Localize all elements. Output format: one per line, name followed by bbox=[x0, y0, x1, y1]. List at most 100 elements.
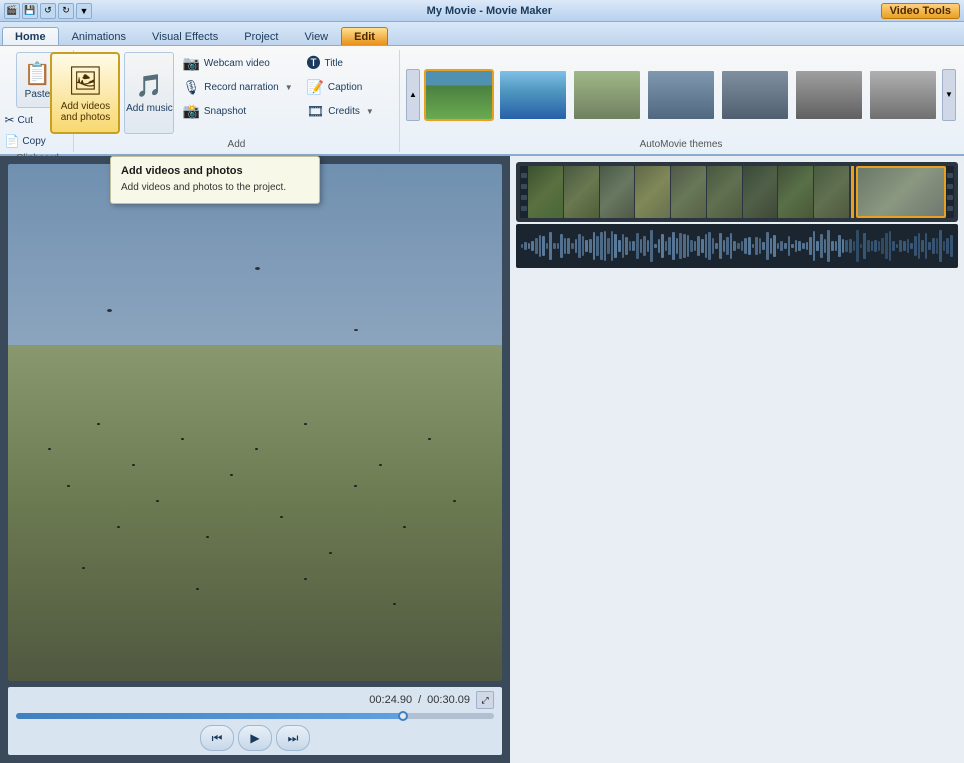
quick-access-undo[interactable]: ↺ bbox=[40, 3, 56, 19]
snapshot-button[interactable]: 📸 Snapshot bbox=[178, 100, 298, 122]
strip-scroll-up[interactable]: ▲ bbox=[406, 69, 420, 121]
add-videos-button[interactable]: 🖼 Add videos and photos bbox=[50, 52, 120, 134]
music-icon: 🎵 bbox=[136, 73, 163, 99]
theme-thumb-7[interactable] bbox=[868, 69, 938, 121]
quick-access-redo[interactable]: ↻ bbox=[58, 3, 74, 19]
tab-project[interactable]: Project bbox=[231, 27, 291, 45]
add-music-label: Add music bbox=[126, 103, 173, 114]
film-frame-9[interactable] bbox=[814, 166, 849, 218]
narration-dropdown-arrow: ▼ bbox=[285, 83, 293, 92]
film-sprocket-left bbox=[520, 166, 528, 218]
rewind-icon: ⏮ bbox=[212, 731, 223, 746]
left-panel: Add videos and photos Add videos and pho… bbox=[0, 156, 510, 763]
narration-label: Record narration bbox=[204, 82, 278, 93]
main-content: Add videos and photos Add videos and pho… bbox=[0, 156, 964, 763]
microphone-icon: 🎙 bbox=[182, 79, 200, 96]
audio-wave-section bbox=[520, 228, 954, 264]
film-frame-8[interactable] bbox=[778, 166, 813, 218]
film-sprocket-right bbox=[946, 166, 954, 218]
play-button[interactable]: ▶ bbox=[238, 725, 272, 751]
add-group: 🖼 Add videos and photos 🎵 Add music 📷 We… bbox=[74, 50, 400, 152]
tooltip-desc: Add videos and photos to the project. bbox=[121, 181, 309, 195]
video-preview bbox=[8, 164, 502, 681]
add-videos-label: Add videos and photos bbox=[56, 101, 114, 123]
rewind-button[interactable]: ⏮ bbox=[200, 725, 234, 751]
caption-icon: 📝 bbox=[306, 79, 323, 96]
webcam-button[interactable]: 📷 Webcam video bbox=[178, 52, 298, 74]
caption-label: Caption bbox=[328, 82, 362, 93]
playback-controls: ⏮ ▶ ⏭ bbox=[16, 725, 494, 751]
film-frames-main bbox=[528, 166, 849, 218]
progress-bar[interactable] bbox=[16, 713, 494, 719]
theme-thumb-2[interactable] bbox=[498, 69, 568, 121]
progress-handle[interactable] bbox=[398, 711, 408, 721]
webcam-icon: 📷 bbox=[182, 55, 199, 72]
paste-label: Paste bbox=[25, 89, 51, 100]
strip-scroll-down[interactable]: ▼ bbox=[942, 69, 956, 121]
ribbon: 📋 Paste ✂ Cut 📄 Copy Clipboard bbox=[0, 46, 964, 156]
theme-thumb-4[interactable] bbox=[646, 69, 716, 121]
theme-thumb-1[interactable] bbox=[424, 69, 494, 121]
audio-wave bbox=[520, 228, 954, 264]
time-display: 00:24.90 / 00:30.09 ⤢ bbox=[16, 691, 494, 709]
timeline-controls: 00:24.90 / 00:30.09 ⤢ ⏮ ▶ ⏭ bbox=[8, 687, 502, 755]
play-icon: ▶ bbox=[250, 731, 259, 745]
quick-access-save[interactable]: 💾 bbox=[22, 3, 38, 19]
expand-button[interactable]: ⤢ bbox=[476, 691, 494, 709]
quick-access-dropdown[interactable]: ▼ bbox=[76, 3, 92, 19]
time-total: 00:30.09 bbox=[427, 694, 470, 706]
tab-home[interactable]: Home bbox=[2, 27, 59, 45]
copy-icon: 📄 bbox=[4, 134, 19, 148]
window-title: My Movie - Movie Maker bbox=[98, 5, 881, 17]
credits-label: Credits bbox=[328, 106, 360, 117]
credits-dropdown-arrow: ▼ bbox=[366, 107, 374, 116]
automovie-section: ▲ bbox=[400, 50, 962, 152]
birds-scene bbox=[8, 164, 502, 681]
progress-fill bbox=[16, 713, 403, 719]
filmstrip-divider bbox=[851, 166, 854, 218]
filmstrip-selected-segment[interactable] bbox=[856, 166, 946, 218]
add-group-label: Add bbox=[228, 137, 246, 150]
filmstrip-audio bbox=[516, 224, 958, 268]
time-current: 00:24.90 bbox=[369, 694, 412, 706]
theme-thumb-5[interactable] bbox=[720, 69, 790, 121]
tooltip-popup: Add videos and photos Add videos and pho… bbox=[110, 156, 320, 204]
app-icon: 🎬 bbox=[4, 3, 20, 19]
forward-icon: ⏭ bbox=[288, 731, 299, 746]
tab-edit[interactable]: Edit bbox=[341, 27, 388, 45]
film-frame-5[interactable] bbox=[671, 166, 706, 218]
automovie-label: AutoMovie themes bbox=[400, 139, 962, 152]
film-frame-4[interactable] bbox=[635, 166, 670, 218]
theme-thumb-6[interactable] bbox=[794, 69, 864, 121]
add-group-content: 🖼 Add videos and photos 🎵 Add music 📷 We… bbox=[50, 52, 422, 137]
film-frame-3[interactable] bbox=[600, 166, 635, 218]
credits-icon: 🎞 bbox=[306, 103, 324, 120]
film-frame-6[interactable] bbox=[707, 166, 742, 218]
film-frame-7[interactable] bbox=[743, 166, 778, 218]
title-label: Title bbox=[324, 58, 343, 69]
tab-view[interactable]: View bbox=[291, 27, 341, 45]
add-music-button[interactable]: 🎵 Add music bbox=[124, 52, 174, 134]
tab-visual-effects[interactable]: Visual Effects bbox=[139, 27, 231, 45]
cut-label: Cut bbox=[18, 115, 34, 126]
add-videos-icon: 🖼 bbox=[68, 64, 104, 97]
time-separator: / bbox=[418, 694, 421, 706]
forward-button[interactable]: ⏭ bbox=[276, 725, 310, 751]
add-right-buttons: 📷 Webcam video 🎙 Record narration ▼ 📸 Sn… bbox=[178, 52, 298, 122]
copy-label: Copy bbox=[22, 136, 45, 147]
film-frame-1[interactable] bbox=[528, 166, 563, 218]
webcam-label: Webcam video bbox=[204, 58, 270, 69]
right-panel bbox=[510, 156, 964, 763]
film-frame-2[interactable] bbox=[564, 166, 599, 218]
theme-thumb-3[interactable] bbox=[572, 69, 642, 121]
cut-icon: ✂ bbox=[4, 113, 14, 127]
record-narration-button[interactable]: 🎙 Record narration ▼ bbox=[178, 76, 298, 98]
title-icon: 🅣 bbox=[306, 53, 320, 73]
snapshot-icon: 📸 bbox=[182, 103, 199, 120]
paste-icon: 📋 bbox=[24, 61, 51, 87]
video-tools-badge: Video Tools bbox=[881, 3, 960, 19]
tab-animations[interactable]: Animations bbox=[59, 27, 139, 45]
filmstrip-main bbox=[516, 162, 958, 222]
title-bar-icons: 🎬 💾 ↺ ↻ ▼ bbox=[4, 3, 92, 19]
title-bar: 🎬 💾 ↺ ↻ ▼ My Movie - Movie Maker Video T… bbox=[0, 0, 964, 22]
